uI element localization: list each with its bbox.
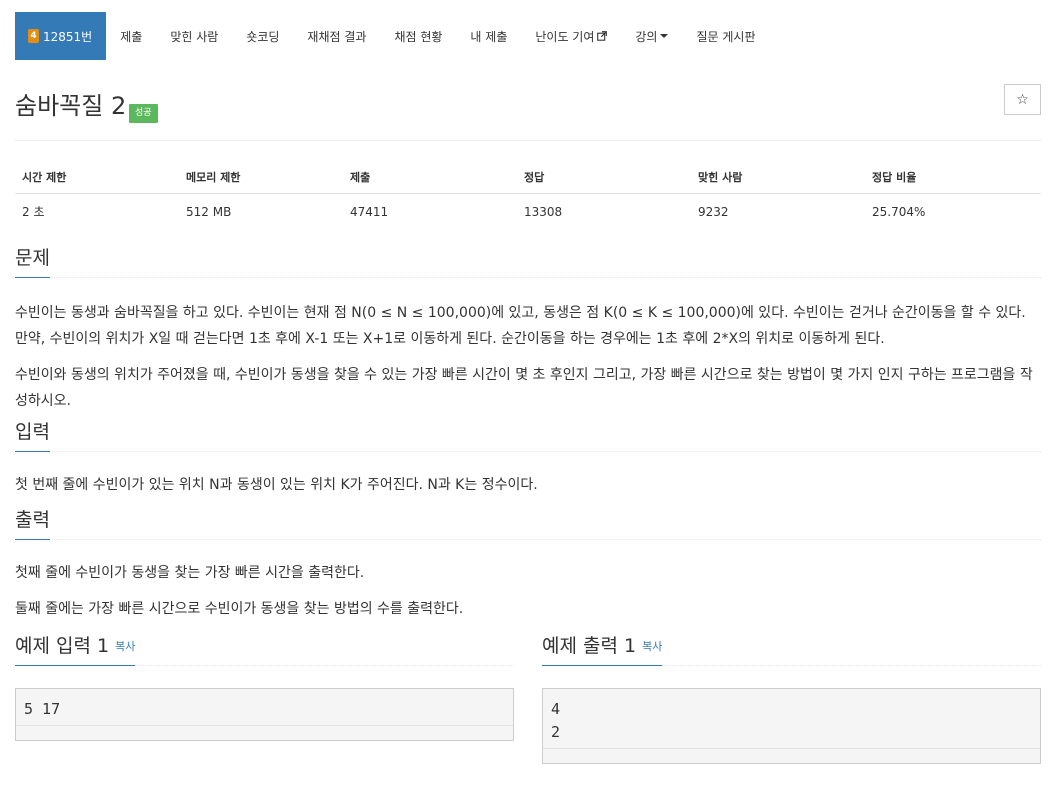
problem-menu-tabs: 4 12851번 제출 맞힌 사람 숏코딩 재채점 결과 채점 현황 내 제출 …: [15, 12, 1041, 60]
description-paragraph: 수빈이는 동생과 숨바꼭질을 하고 있다. 수빈이는 현재 점 N(0 ≤ N …: [15, 305, 1026, 347]
caret-down-icon: [660, 34, 669, 38]
tab-problem[interactable]: 4 12851번: [15, 12, 107, 60]
tab-judge-status[interactable]: 채점 현황: [380, 12, 456, 60]
tab-solved-users-label: 맞힌 사람: [170, 29, 219, 44]
problem-title: 숨바꼭질 2: [15, 92, 127, 120]
output-headline: 출력: [15, 508, 1041, 540]
sample-output-content: 4 2: [543, 689, 1040, 749]
external-link-icon: [597, 31, 608, 41]
info-header-time-limit: 시간 제한: [15, 165, 179, 194]
info-value-row: 2 초 512 MB 47411 13308 9232 25.704%: [15, 194, 1041, 229]
tab-submit[interactable]: 제출: [106, 12, 156, 60]
input-body: 첫 번째 줄에 수빈이가 있는 위치 N과 동생이 있는 위치 K가 주어진다.…: [15, 472, 1041, 498]
output-heading: 출력: [15, 508, 50, 540]
description-section: 문제 수빈이는 동생과 숨바꼭질을 하고 있다. 수빈이는 현재 점 N(0 ≤…: [15, 246, 1041, 414]
sample-output-heading: 예제 출력 1 복사: [542, 634, 663, 666]
problem-info-table: 시간 제한 메모리 제한 제출 정답 맞힌 사람 정답 비율 2 초 512 M…: [15, 165, 1041, 228]
sample-input-content: 5 17: [16, 689, 513, 726]
copy-sample-input-link[interactable]: 복사: [115, 640, 135, 653]
info-value-time-limit: 2 초: [22, 205, 45, 219]
sample-output-section: 예제 출력 1 복사 4 2: [542, 634, 1041, 764]
problem-page: 4 12851번 제출 맞힌 사람 숏코딩 재채점 결과 채점 현황 내 제출 …: [0, 12, 1056, 788]
tab-difficulty-contribution[interactable]: 난이도 기여: [521, 12, 621, 60]
tab-judge-status-label: 채점 현황: [394, 29, 443, 44]
sample-input-title: 예제 입력 1: [15, 635, 110, 657]
copy-sample-output-link[interactable]: 복사: [642, 640, 662, 653]
output-section: 출력 첫째 줄에 수빈이가 동생을 찾는 가장 빠른 시간을 출력한다. 둘째 …: [15, 508, 1041, 622]
description-heading: 문제: [15, 246, 50, 278]
sample-input-box: 5 17: [15, 688, 514, 741]
tab-submit-label: 제출: [120, 29, 143, 44]
sample-output-box: 4 2: [542, 688, 1041, 764]
samples-row: 예제 입력 1 복사 5 17 예제 출력 1 복사 4 2: [15, 634, 1041, 764]
description-paragraph: 수빈이와 동생의 위치가 주어졌을 때, 수빈이가 동생을 찾을 수 있는 가장…: [15, 367, 1033, 409]
info-header-accepted: 정답: [517, 165, 691, 194]
input-section: 입력 첫 번째 줄에 수빈이가 있는 위치 N과 동생이 있는 위치 K가 주어…: [15, 420, 1041, 498]
star-icon: ☆: [1016, 91, 1029, 108]
tab-short-coding-label: 숏코딩: [246, 29, 280, 44]
tab-question-board-label: 질문 게시판: [696, 29, 756, 44]
info-value-accept-ratio: 25.704%: [872, 204, 926, 219]
output-paragraph: 둘째 줄에는 가장 빠른 시간으로 수빈이가 동생을 찾는 방법의 수를 출력한…: [15, 601, 464, 617]
tab-my-submissions[interactable]: 내 제출: [456, 12, 521, 60]
info-header-row: 시간 제한 메모리 제한 제출 정답 맞힌 사람 정답 비율: [15, 165, 1041, 194]
description-body: 수빈이는 동생과 숨바꼭질을 하고 있다. 수빈이는 현재 점 N(0 ≤ N …: [15, 300, 1041, 414]
sample-input-heading: 예제 입력 1 복사: [15, 634, 136, 666]
tab-my-submissions-label: 내 제출: [470, 29, 508, 44]
description-headline: 문제: [15, 246, 1041, 278]
tab-rejudge-results[interactable]: 재채점 결과: [293, 12, 380, 60]
favorite-star-button[interactable]: ☆: [1004, 84, 1041, 115]
tab-rejudge-results-label: 재채점 결과: [307, 29, 367, 44]
info-header-submissions: 제출: [343, 165, 517, 194]
input-headline: 입력: [15, 420, 1041, 452]
tab-solved-users[interactable]: 맞힌 사람: [156, 12, 232, 60]
tab-short-coding[interactable]: 숏코딩: [232, 12, 293, 60]
info-value-solved-users: 9232: [698, 204, 729, 219]
sample-output-title: 예제 출력 1: [542, 635, 637, 657]
sample-input-padding: [16, 726, 513, 740]
title-row: 숨바꼭질 2 성공 ☆: [15, 84, 1041, 141]
result-badge: 성공: [129, 104, 158, 123]
info-value-memory-limit: 512 MB: [186, 204, 232, 219]
tab-lectures[interactable]: 강의: [621, 12, 682, 60]
sample-input-section: 예제 입력 1 복사 5 17: [15, 634, 514, 764]
output-paragraph: 첫째 줄에 수빈이가 동생을 찾는 가장 빠른 시간을 출력한다.: [15, 565, 365, 581]
input-paragraph: 첫 번째 줄에 수빈이가 있는 위치 N과 동생이 있는 위치 K가 주어진다.…: [15, 477, 538, 493]
info-header-accept-ratio: 정답 비율: [865, 165, 1041, 194]
output-body: 첫째 줄에 수빈이가 동생을 찾는 가장 빠른 시간을 출력한다. 둘째 줄에는…: [15, 560, 1041, 622]
info-value-accepted: 13308: [524, 204, 563, 219]
sample-output-padding: [543, 749, 1040, 763]
sample-input-headline: 예제 입력 1 복사: [15, 634, 514, 666]
tab-question-board[interactable]: 질문 게시판: [682, 12, 769, 60]
tab-problem-label: 12851번: [43, 29, 93, 44]
info-header-solved-users: 맞힌 사람: [691, 165, 865, 194]
info-header-memory-limit: 메모리 제한: [179, 165, 343, 194]
tab-lectures-label: 강의: [635, 29, 658, 44]
sample-output-headline: 예제 출력 1 복사: [542, 634, 1041, 666]
tier-badge-icon: 4: [28, 29, 39, 43]
info-value-submissions: 47411: [350, 204, 389, 219]
input-heading: 입력: [15, 420, 50, 452]
tab-difficulty-contribution-label: 난이도 기여: [535, 29, 595, 44]
